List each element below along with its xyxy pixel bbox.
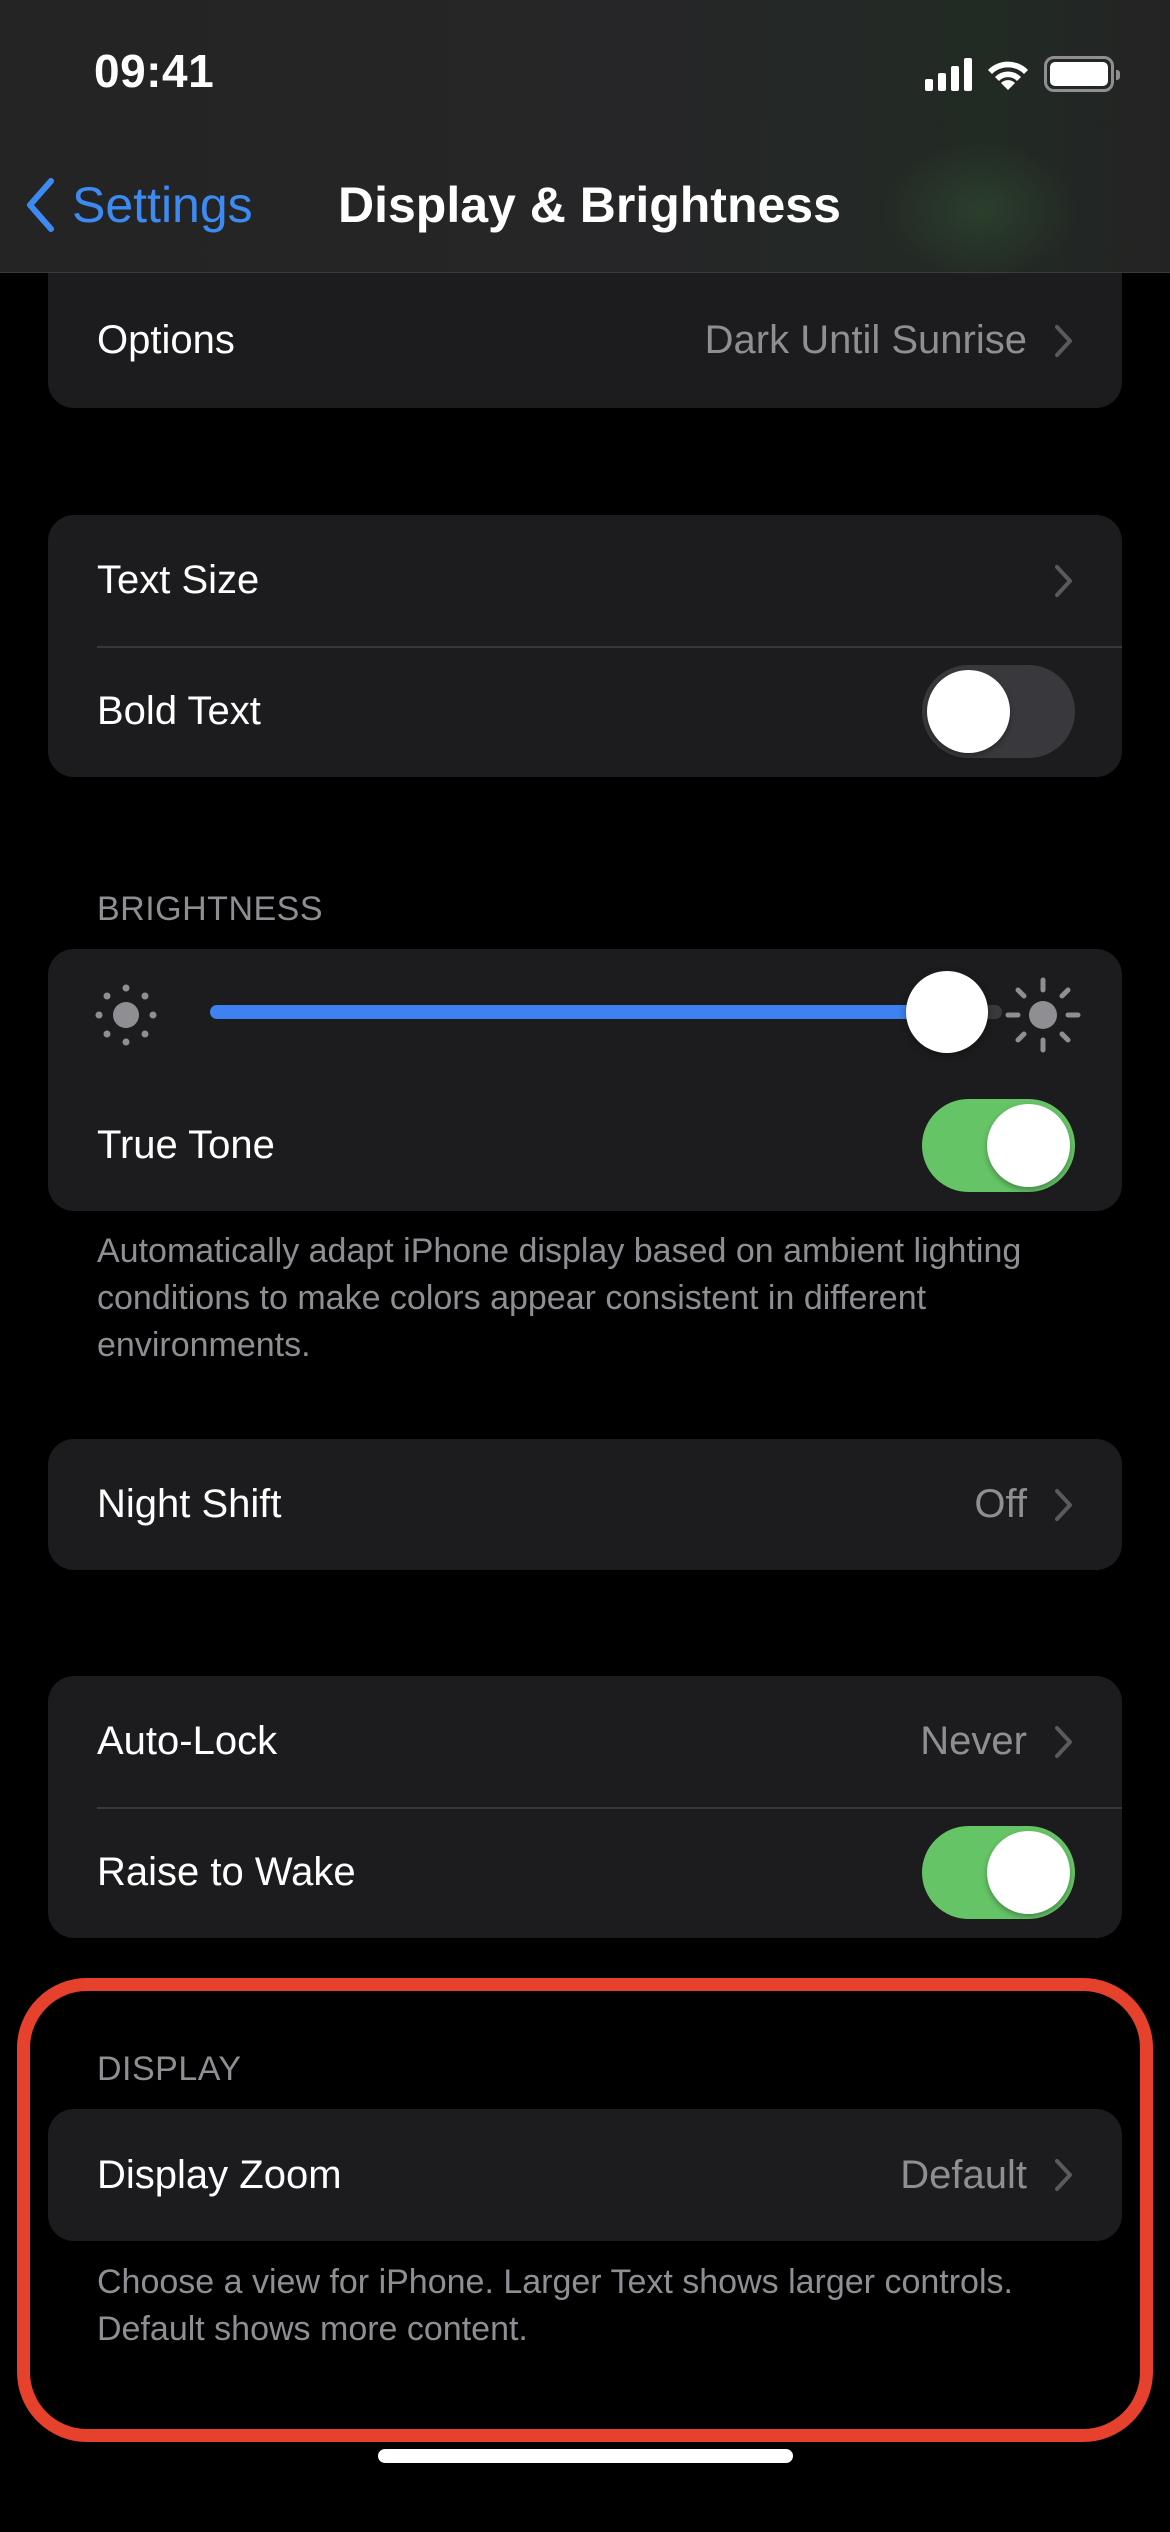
display-zoom-label: Display Zoom (97, 2152, 342, 2197)
sun-max-icon (1005, 977, 1081, 1053)
night-shift-group: Night Shift Off (48, 1439, 1122, 1570)
text-size-label: Text Size (97, 558, 260, 602)
brightness-slider-row (48, 949, 1122, 1079)
true-tone-toggle[interactable] (922, 1098, 1075, 1192)
raise-to-wake-row: Raise to Wake (48, 1807, 1122, 1938)
wifi-icon (988, 61, 1028, 90)
toggle-knob (987, 1103, 1070, 1187)
true-tone-row: True Tone (48, 1079, 1122, 1211)
chevron-right-icon (1055, 324, 1072, 357)
display-group: Display Zoom Default (48, 2109, 1122, 2241)
true-tone-footer: Automatically adapt iPhone display based… (97, 1232, 1022, 1364)
brightness-group: True Tone (48, 949, 1122, 1211)
bold-text-row: Bold Text (48, 646, 1122, 777)
lock-group: Auto-Lock Never Raise to Wake (48, 1676, 1122, 1938)
brightness-section-header: BRIGHTNESS (97, 890, 324, 928)
bold-text-toggle[interactable] (922, 665, 1075, 758)
auto-lock-row[interactable]: Auto-Lock Never (48, 1676, 1122, 1807)
chevron-right-icon (1055, 1725, 1072, 1758)
appearance-group: Options Dark Until Sunrise (48, 273, 1122, 408)
status-icons (925, 54, 1120, 94)
chevron-right-icon (1055, 564, 1072, 597)
page-title: Display & Brightness (338, 177, 841, 233)
toggle-knob (987, 1831, 1070, 1914)
sun-min-icon (95, 984, 157, 1046)
text-group: Text Size Bold Text (48, 515, 1122, 777)
display-zoom-value: Default (900, 2152, 1027, 2197)
auto-lock-value: Never (920, 1719, 1027, 1763)
battery-icon (1044, 56, 1120, 92)
display-zoom-row[interactable]: Display Zoom Default (48, 2109, 1122, 2241)
options-label: Options (97, 318, 235, 362)
auto-lock-label: Auto-Lock (97, 1719, 278, 1763)
raise-to-wake-toggle[interactable] (922, 1826, 1075, 1919)
chevron-right-icon (1055, 2159, 1072, 2191)
toggle-knob (927, 670, 1010, 753)
display-section-header: DISPLAY (97, 2050, 242, 2088)
navigation-header: 09:41 Settings Display & Brightness (0, 0, 1170, 280)
night-shift-row[interactable]: Night Shift Off (48, 1439, 1122, 1570)
brightness-slider-thumb[interactable] (905, 971, 988, 1053)
back-button-label: Settings (72, 177, 253, 233)
raise-to-wake-label: Raise to Wake (97, 1850, 356, 1894)
brightness-slider-fill (210, 1005, 947, 1019)
status-time: 09:41 (94, 45, 215, 97)
true-tone-label: True Tone (97, 1122, 275, 1167)
home-indicator[interactable] (378, 2449, 793, 2463)
brightness-slider[interactable] (210, 971, 1002, 1053)
text-size-row[interactable]: Text Size (48, 515, 1122, 646)
chevron-right-icon (1055, 1488, 1072, 1521)
back-button[interactable]: Settings (24, 176, 253, 234)
night-shift-label: Night Shift (97, 1482, 282, 1526)
chevron-left-icon (27, 178, 54, 232)
night-shift-value: Off (974, 1482, 1027, 1526)
display-zoom-footer: Choose a view for iPhone. Larger Text sh… (97, 2263, 1013, 2348)
cellular-signal-icon (925, 57, 972, 91)
bold-text-label: Bold Text (97, 689, 261, 733)
options-value: Dark Until Sunrise (704, 318, 1027, 362)
options-row[interactable]: Options Dark Until Sunrise (48, 273, 1122, 408)
